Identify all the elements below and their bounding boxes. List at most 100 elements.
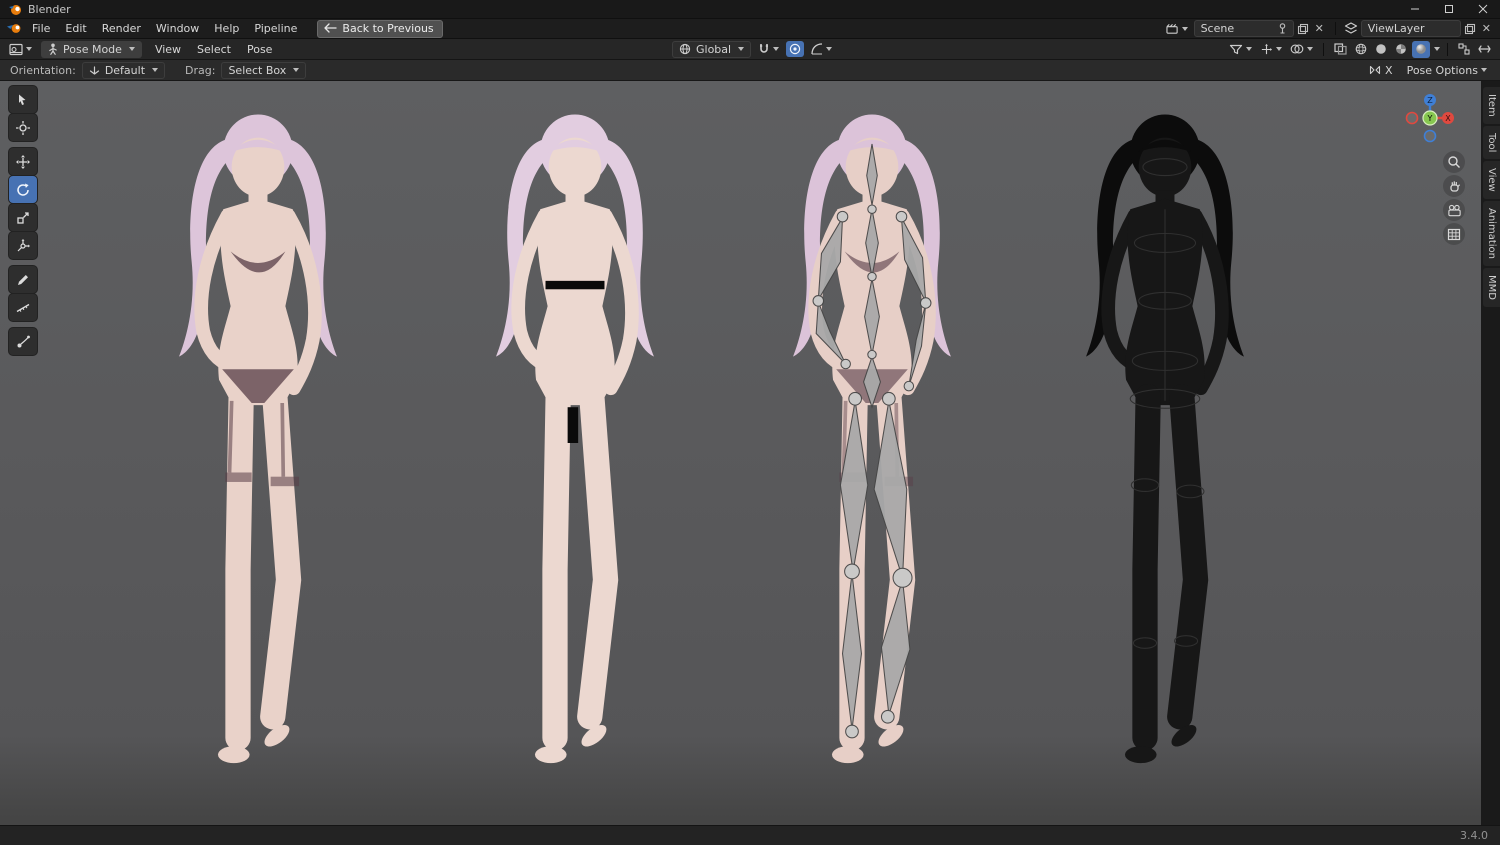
tool-move[interactable] (9, 148, 37, 175)
viewport-menu-pose[interactable]: Pose (240, 41, 279, 58)
tool-transform[interactable] (9, 232, 37, 259)
tool-measure[interactable] (9, 294, 37, 321)
axis-x-positive[interactable]: X (1442, 112, 1454, 124)
tool-scale[interactable] (9, 204, 37, 231)
3d-viewport[interactable]: Z X Y Item Tool View Animation MMD (0, 81, 1500, 825)
shading-rendered-button[interactable] (1412, 40, 1430, 58)
toggle-ortho-grid-button[interactable] (1443, 223, 1465, 245)
transform-snap-cluster: Global (672, 40, 835, 58)
axis-y-positive[interactable]: Y (1422, 110, 1438, 126)
transform-orientation-dropdown[interactable]: Global (672, 40, 752, 58)
shading-dropdown-chevron[interactable] (1434, 47, 1440, 51)
viewport-model-figure-1[interactable] (142, 85, 374, 801)
axis-x-negative[interactable] (1405, 111, 1419, 125)
svg-text:Z: Z (1427, 96, 1433, 105)
menu-edit[interactable]: Edit (58, 20, 93, 37)
tool-select-box[interactable] (9, 86, 37, 113)
menu-file[interactable]: File (25, 20, 57, 37)
blender-version: 3.4.0 (1460, 829, 1488, 842)
tool-settings-bar: Orientation: Default Drag: Select Box X … (0, 60, 1500, 81)
browse-scene-button[interactable] (1163, 21, 1191, 37)
overlays-toggle-dropdown[interactable] (1287, 41, 1316, 57)
chevron-down-icon (1307, 47, 1313, 51)
nodes-icon (1458, 43, 1470, 55)
navigation-gizmo[interactable]: Z X Y (1402, 90, 1458, 146)
unlink-scene-button[interactable]: ✕ (1312, 22, 1327, 35)
pan-view-button[interactable] (1443, 175, 1465, 197)
zoom-view-button[interactable] (1443, 151, 1465, 173)
orientation-dropdown[interactable]: Default (81, 61, 166, 79)
orientation-label: Orientation: (10, 63, 76, 77)
minimize-button[interactable] (1398, 0, 1432, 18)
mirror-icon (1369, 65, 1381, 75)
back-to-previous-button[interactable]: Back to Previous (317, 19, 443, 38)
editor-type-button[interactable] (6, 41, 35, 58)
camera-view-button[interactable] (1443, 199, 1465, 221)
remove-view-layer-button[interactable]: ✕ (1479, 22, 1494, 35)
tab-tool[interactable]: Tool (1483, 125, 1500, 160)
compositor-icon-button[interactable] (1455, 41, 1473, 57)
shading-solid-button[interactable] (1372, 41, 1390, 58)
x-axis-mirror-toggle[interactable]: X (1366, 62, 1396, 79)
editor-type-icon (9, 43, 23, 55)
drag-value: Select Box (228, 63, 287, 77)
viewport-model-figure-4[interactable] (1049, 85, 1281, 801)
rendered-sphere-icon (1416, 44, 1426, 54)
toolbar-group-gap (9, 322, 37, 327)
duplicate-view-layer-icon[interactable] (1464, 23, 1476, 35)
tab-item[interactable]: Item (1483, 87, 1500, 124)
view-layer-name: ViewLayer (1367, 22, 1425, 35)
separator (1447, 42, 1448, 56)
object-visibility-dropdown[interactable] (1226, 41, 1255, 57)
maximize-button[interactable] (1432, 0, 1466, 18)
tool-annotate[interactable] (9, 266, 37, 293)
scene-viewlayer-cluster: Scene ✕ ViewLayer ✕ (1163, 20, 1494, 37)
tab-mmd[interactable]: MMD (1483, 267, 1500, 307)
scene-browse-icon (1165, 23, 1178, 34)
close-button[interactable] (1466, 0, 1500, 18)
blender-app-menu-icon[interactable] (6, 22, 24, 35)
axis-z-positive[interactable]: Z (1424, 94, 1436, 106)
menu-render[interactable]: Render (95, 20, 148, 37)
tool-rotate[interactable] (9, 176, 37, 203)
pin-icon[interactable] (1278, 23, 1287, 34)
chevron-down-icon (1276, 47, 1282, 51)
mode-dropdown[interactable]: Pose Mode (41, 40, 142, 58)
menu-help[interactable]: Help (207, 20, 246, 37)
axis-z-negative[interactable] (1423, 129, 1437, 143)
pose-options-cluster: X Pose Options (1366, 62, 1490, 79)
header-overflow-button[interactable] (1475, 42, 1494, 56)
viewport-menu-select[interactable]: Select (190, 41, 238, 58)
shading-wireframe-button[interactable] (1352, 41, 1370, 58)
view-layer-field[interactable]: ViewLayer (1360, 20, 1461, 37)
tab-animation[interactable]: Animation (1483, 200, 1500, 266)
overlays-icon (1290, 44, 1304, 54)
arrows-left-right-icon (1478, 45, 1491, 53)
pose-options-dropdown[interactable]: Pose Options (1404, 62, 1490, 79)
material-sphere-icon (1396, 44, 1406, 54)
shading-material-button[interactable] (1392, 41, 1410, 58)
title-bar: Blender (0, 0, 1500, 19)
menu-pipeline[interactable]: Pipeline (247, 20, 304, 37)
viewport-model-figure-3[interactable] (756, 85, 988, 801)
tool-pose-breakdowner[interactable] (9, 328, 37, 355)
window-controls (1398, 0, 1500, 18)
chevron-down-icon (1481, 68, 1487, 72)
separator (1323, 42, 1324, 56)
menu-window[interactable]: Window (149, 20, 206, 37)
tab-view[interactable]: View (1483, 161, 1500, 199)
scene-name-field[interactable]: Scene (1193, 20, 1294, 37)
drag-dropdown[interactable]: Select Box (221, 61, 307, 79)
duplicate-scene-icon[interactable] (1297, 23, 1309, 35)
snap-toggle-button[interactable] (755, 41, 782, 57)
viewport-model-figure-2[interactable] (459, 85, 691, 801)
gizmos-toggle-dropdown[interactable] (1257, 41, 1285, 58)
xray-toggle-button[interactable] (1331, 41, 1350, 57)
viewport-menu-view[interactable]: View (148, 41, 188, 58)
tool-cursor[interactable] (9, 114, 37, 141)
chevron-down-icon (773, 47, 780, 51)
proportional-editing-toggle[interactable] (786, 41, 805, 57)
blender-logo-icon (9, 5, 21, 15)
proportional-falloff-dropdown[interactable] (808, 41, 835, 57)
chevron-down-icon (738, 47, 745, 51)
